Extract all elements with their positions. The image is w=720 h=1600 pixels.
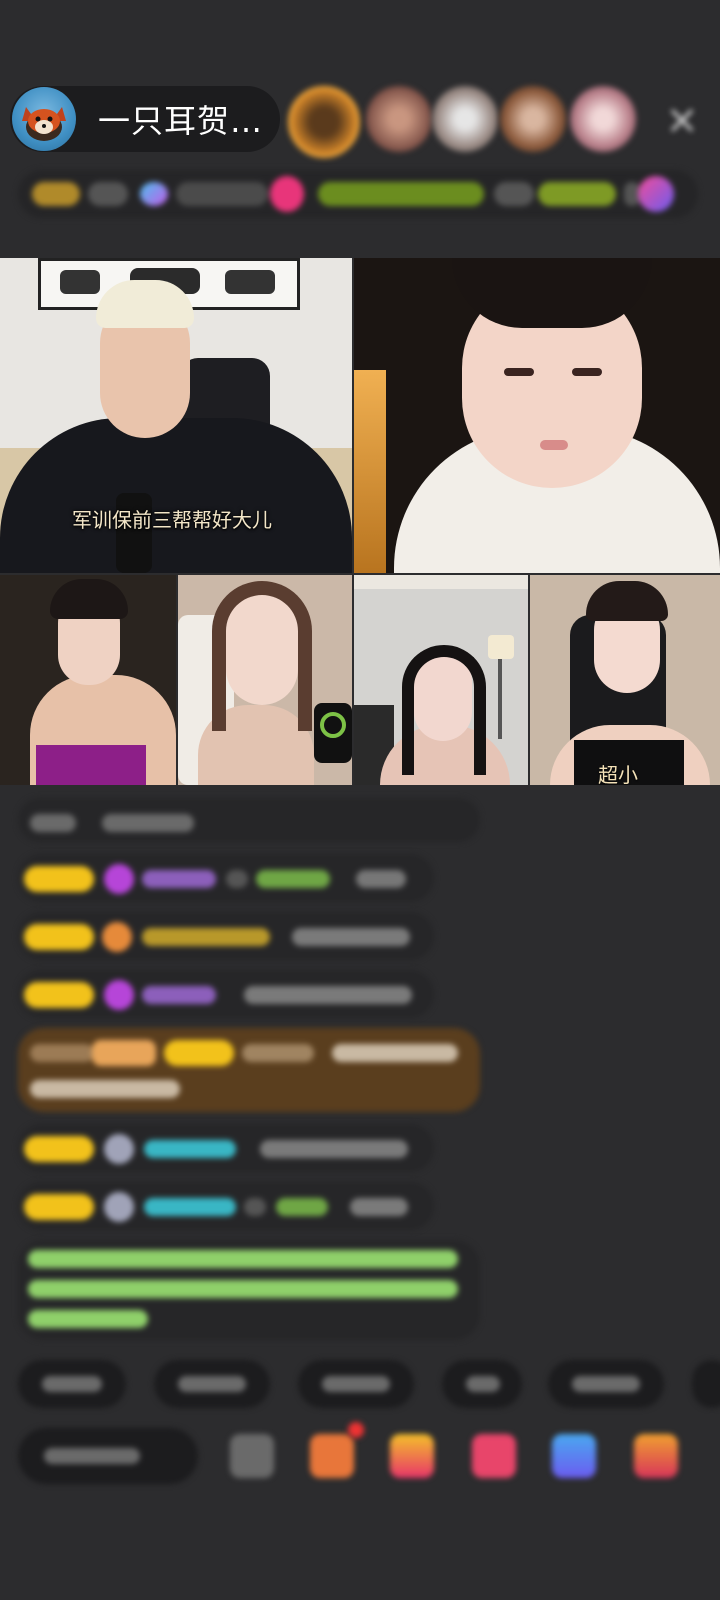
video-tile-5[interactable] — [354, 575, 528, 785]
blond-hair — [96, 280, 194, 328]
viewer-avatar-2[interactable] — [366, 86, 432, 152]
chat-message-2[interactable] — [18, 912, 434, 960]
viewer-avatar-1[interactable] — [288, 86, 360, 158]
close-icon[interactable]: × — [662, 100, 702, 140]
gift-icon[interactable] — [390, 1434, 434, 1478]
chat-message-5[interactable] — [18, 1182, 434, 1230]
chat-input[interactable] — [18, 1428, 198, 1484]
purple-top — [36, 745, 146, 785]
fox-avatar-icon — [22, 107, 66, 141]
logo-icon — [320, 712, 346, 738]
gift-box-icon[interactable] — [310, 1434, 354, 1478]
camera-device — [314, 703, 352, 763]
black-shirt — [0, 418, 352, 573]
quick-reply-2[interactable] — [154, 1360, 270, 1408]
video-tile-4[interactable] — [178, 575, 352, 785]
viewer-avatar-4[interactable] — [500, 86, 566, 152]
video-caption: 军训保前三帮帮好大儿 — [72, 508, 272, 532]
video-tile-6[interactable]: 超小 — [530, 575, 720, 785]
quick-reply-3[interactable] — [298, 1360, 414, 1408]
quick-reply-6[interactable] — [692, 1360, 720, 1408]
chat-message-highlight[interactable] — [18, 1028, 480, 1112]
lamp — [488, 635, 514, 659]
chat-system-notice — [18, 1240, 480, 1340]
heart-gift-icon[interactable] — [472, 1434, 516, 1478]
viewer-avatar-3[interactable] — [432, 86, 498, 152]
more-icon[interactable] — [634, 1434, 678, 1478]
quick-reply-4[interactable] — [442, 1360, 522, 1408]
video-tile-3[interactable] — [0, 575, 176, 785]
video-tag: 超小 — [598, 763, 638, 785]
room-info-strip[interactable] — [18, 170, 698, 218]
video-tile-1[interactable]: 军训保前三帮帮好大儿 — [0, 258, 352, 573]
chat-message-system[interactable] — [18, 798, 480, 842]
host-name: 一只耳贺… — [98, 102, 264, 140]
host-avatar[interactable] — [12, 87, 76, 151]
warm-light — [354, 370, 386, 573]
notification-dot — [348, 1422, 364, 1438]
chat-message-1[interactable] — [18, 854, 434, 902]
quick-reply-1[interactable] — [18, 1360, 126, 1408]
chat-message-3[interactable] — [18, 970, 434, 1018]
host-info-pill[interactable]: 一只耳贺… — [10, 86, 280, 152]
video-tile-2[interactable] — [354, 258, 720, 573]
emoji-icon[interactable] — [230, 1434, 274, 1478]
viewer-avatar-5[interactable] — [570, 86, 636, 152]
chat-message-4[interactable] — [18, 1124, 434, 1172]
game-icon[interactable] — [552, 1434, 596, 1478]
quick-reply-5[interactable] — [548, 1360, 664, 1408]
